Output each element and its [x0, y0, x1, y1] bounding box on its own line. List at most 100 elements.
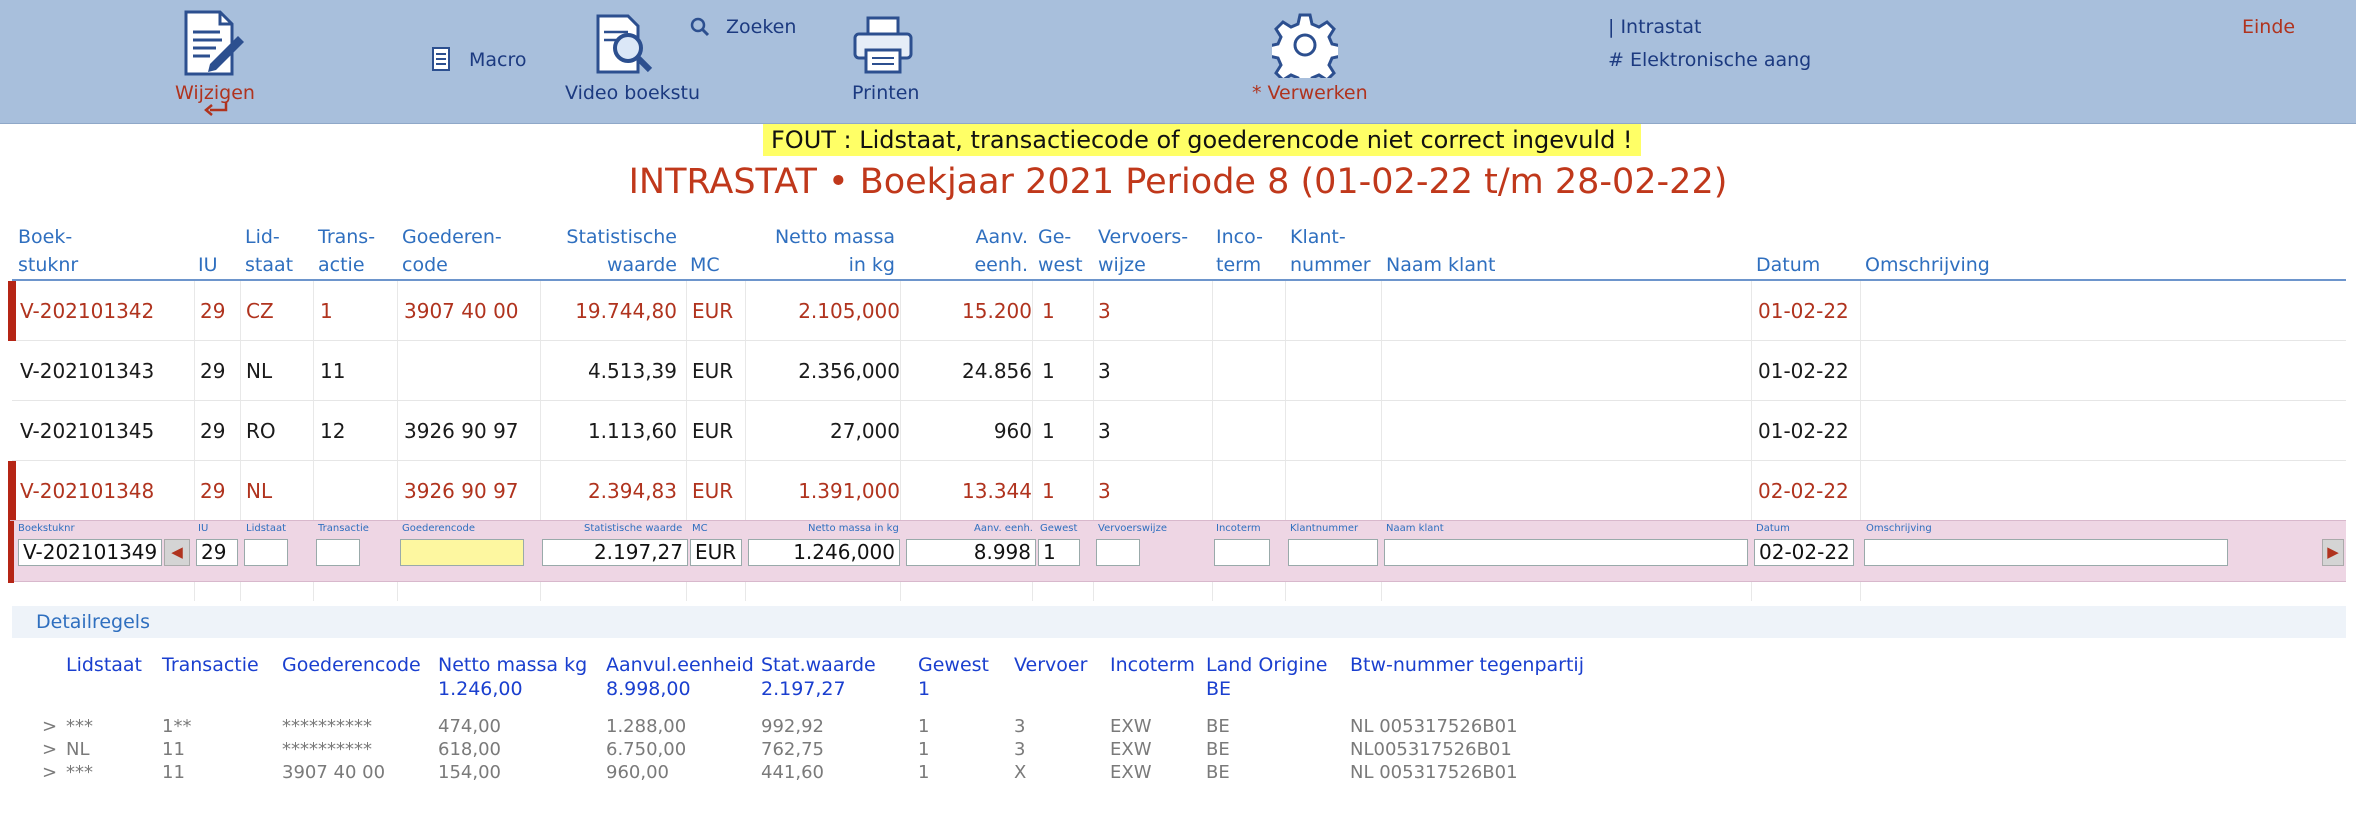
cell-goederencode: 3926 90 97: [404, 419, 519, 443]
video-boekstuk-button[interactable]: Video boekstu: [565, 82, 700, 104]
col-header-omschrijving[interactable]: Omschrijving: [1865, 223, 1990, 279]
cell-gewest: 1: [1042, 419, 1055, 443]
prev-record-button[interactable]: ◀: [164, 539, 190, 566]
detail-header-transactie: Transactie: [162, 654, 259, 676]
omschrijving-input[interactable]: [1864, 539, 2228, 566]
col-header-netto-massa[interactable]: Netto massa in kg: [740, 223, 895, 279]
col-header-datum[interactable]: Datum: [1756, 223, 1820, 279]
detail-total-gewest: 1: [918, 678, 931, 700]
next-record-button[interactable]: ▶: [2322, 539, 2344, 566]
edit-label-transactie: Transactie: [318, 523, 369, 534]
detail-cell-vervoer: X: [1014, 762, 1027, 783]
cell-iu: 29: [200, 299, 226, 323]
netto-massa-input[interactable]: 1.246,000: [748, 539, 900, 566]
table-row[interactable]: V-202101348 29 NL 3926 90 97 2.394,83 EUR 1.39…: [8, 461, 2346, 521]
naam-klant-input[interactable]: [1384, 539, 1748, 566]
col-header-mc[interactable]: MC: [690, 223, 720, 279]
printer-icon[interactable]: [852, 16, 914, 74]
datum-input[interactable]: 02-02-22: [1754, 539, 1854, 566]
detail-total-netto: 1.246,00: [438, 678, 523, 700]
aanv-eenh-input[interactable]: 8.998: [906, 539, 1036, 566]
cell-boekstuknr: V-202101345: [20, 419, 155, 443]
cell-lidstaat: RO: [246, 419, 276, 443]
detail-cell-land: BE: [1206, 739, 1230, 760]
detail-expand-arrow[interactable]: >: [42, 739, 57, 760]
col-header-aanv-eenh[interactable]: Aanv. eenh.: [920, 223, 1028, 279]
detail-cell-incoterm: EXW: [1110, 762, 1152, 783]
table-row[interactable]: V-202101343 29 NL 11 4.513,39 EUR 2.356,000 24.…: [12, 341, 2346, 401]
detail-cell-btw: NL005317526B01: [1350, 739, 1512, 760]
vervoerswijze-input[interactable]: [1096, 539, 1140, 566]
transactie-input[interactable]: [316, 539, 360, 566]
printen-button[interactable]: Printen: [852, 82, 919, 104]
cell-iu: 29: [200, 419, 226, 443]
search-icon[interactable]: [690, 17, 710, 37]
cell-boekstuknr: V-202101342: [20, 299, 155, 323]
detail-cell-btw: NL 005317526B01: [1350, 762, 1518, 783]
edit-label-incoterm: Incoterm: [1216, 523, 1261, 534]
col-header-incoterm[interactable]: Inco- term: [1216, 223, 1263, 279]
gear-icon[interactable]: [1267, 12, 1343, 89]
macro-list-icon[interactable]: [432, 47, 450, 71]
detail-header-incoterm: Incoterm: [1110, 654, 1195, 676]
edit-label-aanv-eenh: Aanv. eenh.: [974, 523, 1033, 534]
error-message: FOUT : Lidstaat, transactiecode of goede…: [763, 124, 1641, 156]
goederencode-input[interactable]: [400, 539, 524, 566]
col-header-statistische-waarde[interactable]: Statistische waarde: [540, 223, 677, 279]
cell-netto: 2.105,000: [798, 299, 900, 323]
cell-transactie: 12: [320, 419, 346, 443]
cell-stat_waarde: 19.744,80: [575, 299, 677, 323]
cell-iu: 29: [200, 479, 226, 503]
document-search-icon[interactable]: [592, 14, 656, 74]
detail-cell-btw: NL 005317526B01: [1350, 716, 1518, 737]
edit-label-goederencode: Goederencode: [402, 523, 476, 534]
col-header-boekstuknr[interactable]: Boek- stuknr: [18, 223, 78, 279]
cell-lidstaat: NL: [246, 479, 273, 503]
detail-cell-incoterm: EXW: [1110, 716, 1152, 737]
cell-vervoer: 3: [1098, 479, 1111, 503]
cell-stat_waarde: 1.113,60: [587, 419, 677, 443]
detail-total-land: BE: [1206, 678, 1232, 700]
mc-input[interactable]: EUR: [690, 539, 742, 566]
col-header-goederencode[interactable]: Goederen- code: [402, 223, 502, 279]
table-row[interactable]: V-202101345 29 RO 12 3926 90 97 1.113,60 EUR 27…: [12, 401, 2346, 461]
cell-aanv: 13.344: [962, 479, 1032, 503]
edit-label-statistische-waarde: Statistische waarde: [584, 523, 683, 534]
detail-section-header: [12, 606, 2346, 638]
col-header-naam-klant[interactable]: Naam klant: [1386, 223, 1495, 279]
detail-expand-arrow[interactable]: >: [42, 716, 57, 737]
intrastat-menu-item[interactable]: | Intrastat: [1608, 16, 1701, 38]
verwerken-button[interactable]: * Verwerken: [1252, 82, 1368, 104]
col-header-gewest[interactable]: Ge- west: [1038, 223, 1083, 279]
statistische-waarde-input[interactable]: 2.197,27: [542, 539, 688, 566]
boekstuknr-input[interactable]: V-202101349: [18, 539, 162, 566]
cell-vervoer: 3: [1098, 359, 1111, 383]
detail-header-lidstaat: Lidstaat: [66, 654, 143, 676]
col-header-transactie[interactable]: Trans- actie: [318, 223, 375, 279]
col-header-vervoerswijze[interactable]: Vervoers- wijze: [1098, 223, 1188, 279]
col-header-lidstaat[interactable]: Lid- staat: [245, 223, 293, 279]
lidstaat-input[interactable]: [244, 539, 288, 566]
cell-aanv: 15.200: [962, 299, 1032, 323]
detail-header-aanvul-eenheid: Aanvul.eenheid: [606, 654, 754, 676]
cell-vervoer: 3: [1098, 419, 1111, 443]
col-header-klantnummer[interactable]: Klant- nummer: [1290, 223, 1371, 279]
gewest-input[interactable]: 1: [1038, 539, 1080, 566]
edit-document-icon[interactable]: [180, 10, 248, 76]
cell-gewest: 1: [1042, 359, 1055, 383]
macro-button[interactable]: Macro: [469, 49, 527, 71]
cell-iu: 29: [200, 359, 226, 383]
elektronische-aangifte-menu-item[interactable]: # Elektronische aangifte: [1608, 49, 1810, 71]
zoeken-button[interactable]: Zoeken: [726, 16, 796, 38]
detail-cell-transactie: 1**: [162, 716, 192, 737]
table-row[interactable]: V-202101342 29 CZ 1 3907 40 00 19.744,80 EUR 2.…: [8, 281, 2346, 341]
incoterm-input[interactable]: [1214, 539, 1270, 566]
klantnummer-input[interactable]: [1288, 539, 1378, 566]
detail-expand-arrow[interactable]: >: [42, 762, 57, 783]
detail-cell-stat: 992,92: [761, 716, 824, 737]
iu-input[interactable]: 29: [196, 539, 238, 566]
col-header-iu[interactable]: IU: [198, 223, 218, 279]
einde-button[interactable]: Einde: [2242, 16, 2295, 38]
page-title: INTRASTAT • Boekjaar 2021 Periode 8 (01-…: [628, 162, 1728, 202]
detail-header-goederencode: Goederencode: [282, 654, 421, 676]
